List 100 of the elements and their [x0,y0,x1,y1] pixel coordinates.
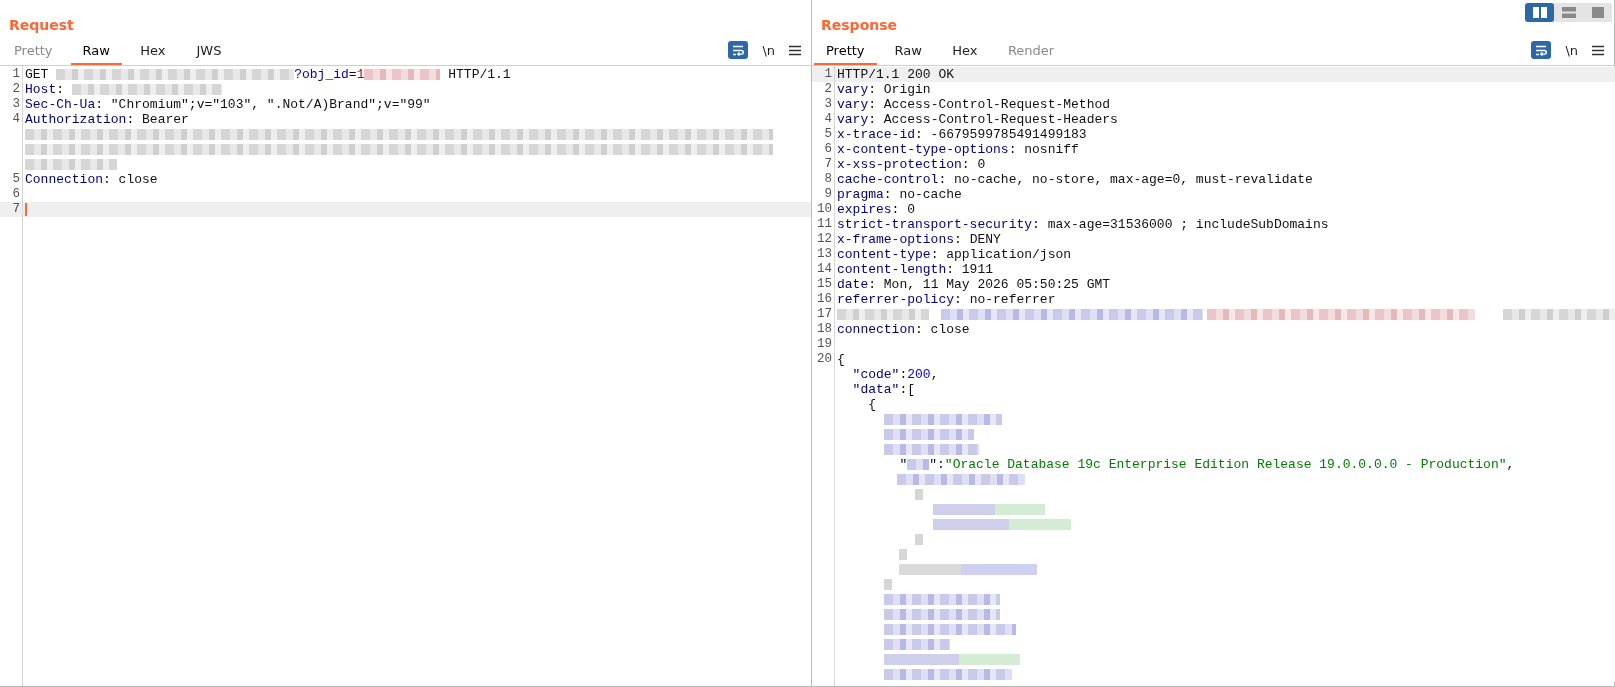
header-name: Connection [25,172,103,187]
newline-toggle[interactable]: \n [762,42,775,58]
code-text: : 0 [961,157,986,172]
message-editor[interactable] [812,66,1614,686]
line-number: 15 [817,277,832,291]
param-value: 1 [356,67,365,82]
layout-toggle-button[interactable] [1525,3,1554,22]
code-text: : DENY [954,232,1001,247]
header-name: Sec-Ch-Ua [25,97,96,112]
line-number: 7 [12,202,20,216]
line-number: 5 [12,172,20,186]
line-number: 2 [824,82,832,96]
header-name: vary [837,82,869,97]
line-number: 17 [817,307,832,321]
code-text: : nosniff [1008,142,1079,157]
redacted-text [915,534,923,545]
header-name: strict-transport-security [837,217,1033,232]
redacted-text [884,579,892,590]
line-number: 10 [817,202,832,216]
redacted-text [884,639,950,650]
header-name: pragma [837,187,884,202]
menu-icon[interactable] [789,44,801,56]
view-tab[interactable]: JWS [183,39,234,65]
code-text: HTTP/1.1 [447,67,511,82]
line-number: 1 [12,67,20,81]
line-number: 9 [824,187,832,201]
code-text: :[ [899,382,916,397]
header-name: x-xss-protection [837,157,962,172]
word-wrap-icon [1535,44,1548,56]
code-text: : no-cache, no-store, max-age=0, must-revalidate [938,172,1313,187]
text-cursor [25,203,27,216]
code-text: { [867,397,876,412]
code-text: : no-referrer [954,292,1056,307]
columns-icon [1532,7,1547,18]
single-panel-icon [1591,7,1604,18]
json-number: 200 [907,367,931,382]
pane-title: Request [8,16,74,35]
code-text: = [348,67,357,82]
header-name: vary [837,112,869,127]
line-number: 3 [12,97,20,111]
menu-icon[interactable] [1592,44,1604,56]
code-text: : no-cache [883,187,962,202]
line-number: 18 [817,322,832,336]
line-number: 19 [817,337,832,351]
line-number: 6 [12,187,20,201]
code-text: : 0 [891,202,915,217]
line-number: 12 [817,232,832,246]
word-wrap-button[interactable] [728,41,749,59]
pane-title: Response [820,16,898,35]
header-name: referrer-policy [837,292,955,307]
code-text: : close [103,172,158,187]
header-name: "code" [851,367,900,382]
code-text: : Mon, 11 May 2026 05:50:25 GMT [868,277,1111,292]
code-text: GET [25,67,50,82]
code-text: : -6679599785491499183 [915,127,1087,142]
header-name: " [898,457,908,472]
redacted-text [915,489,923,500]
line-number: 20 [817,352,832,366]
word-wrap-button[interactable] [1531,41,1552,59]
newline-toggle[interactable]: \n [1565,42,1578,58]
line-number: 7 [824,157,832,171]
query-param: ?obj_id [294,67,349,82]
code-text: HTTP/1.1 200 OK [837,67,955,82]
json-string: "Oracle Database 19c Enterprise Edition Release 19.0.0.0.0 - Production" [944,457,1507,472]
code-text: : Access-Control-Request-Method [868,97,1111,112]
line-number: 3 [824,97,832,111]
line-number: 8 [824,172,832,186]
view-tab[interactable]: Raw [882,39,934,65]
code-text: : Origin [868,82,931,97]
header-name: x-trace-id [837,127,915,142]
header-name: content-length [837,262,947,277]
code-text: : [899,367,908,382]
header-name: x-content-type-options [837,142,1009,157]
code-text: : 1911 [946,262,994,277]
redacted-text [907,459,930,470]
word-wrap-icon [732,44,745,56]
line-number: 11 [817,217,832,231]
header-name: connection [837,322,915,337]
line-number: 6 [824,142,832,156]
view-tab[interactable]: Hex [939,39,990,65]
view-tab[interactable]: Pretty [814,39,877,65]
line-number: 13 [817,247,832,261]
view-tab[interactable]: Hex [127,39,178,65]
redacted-text [899,549,907,560]
line-number: 1 [824,67,832,81]
line-number: 2 [12,82,20,96]
line-number: 4 [12,112,20,126]
header-name: "data" [851,382,900,397]
header-name: x-frame-options [837,232,955,247]
view-tab[interactable]: Raw [70,39,122,65]
code-text: : "Chromium";v="103", ".Not/A)Brand";v="99" [95,97,431,112]
message-editor[interactable]: 1 GET ?obj_id=1 HTTP/1.1 2 Host: 3 Sec-Ch-Ua: "Chromium";v="103", ".Not/A)Brand";v="99" 4 Authorization: Bearer 5 Connection: close 6 7 [0,66,811,686]
code-text: : max-age=31536000 ; includeSubDomains [1032,217,1329,232]
header-name: expires [837,202,892,217]
code-text: : Access-Control-Request-Headers [868,112,1118,127]
code-text: ": [929,457,945,472]
header-name: cache-control [837,172,939,187]
header-name: Host [25,82,57,97]
code-text: { [837,352,845,367]
header-name: Authorization [25,112,127,127]
